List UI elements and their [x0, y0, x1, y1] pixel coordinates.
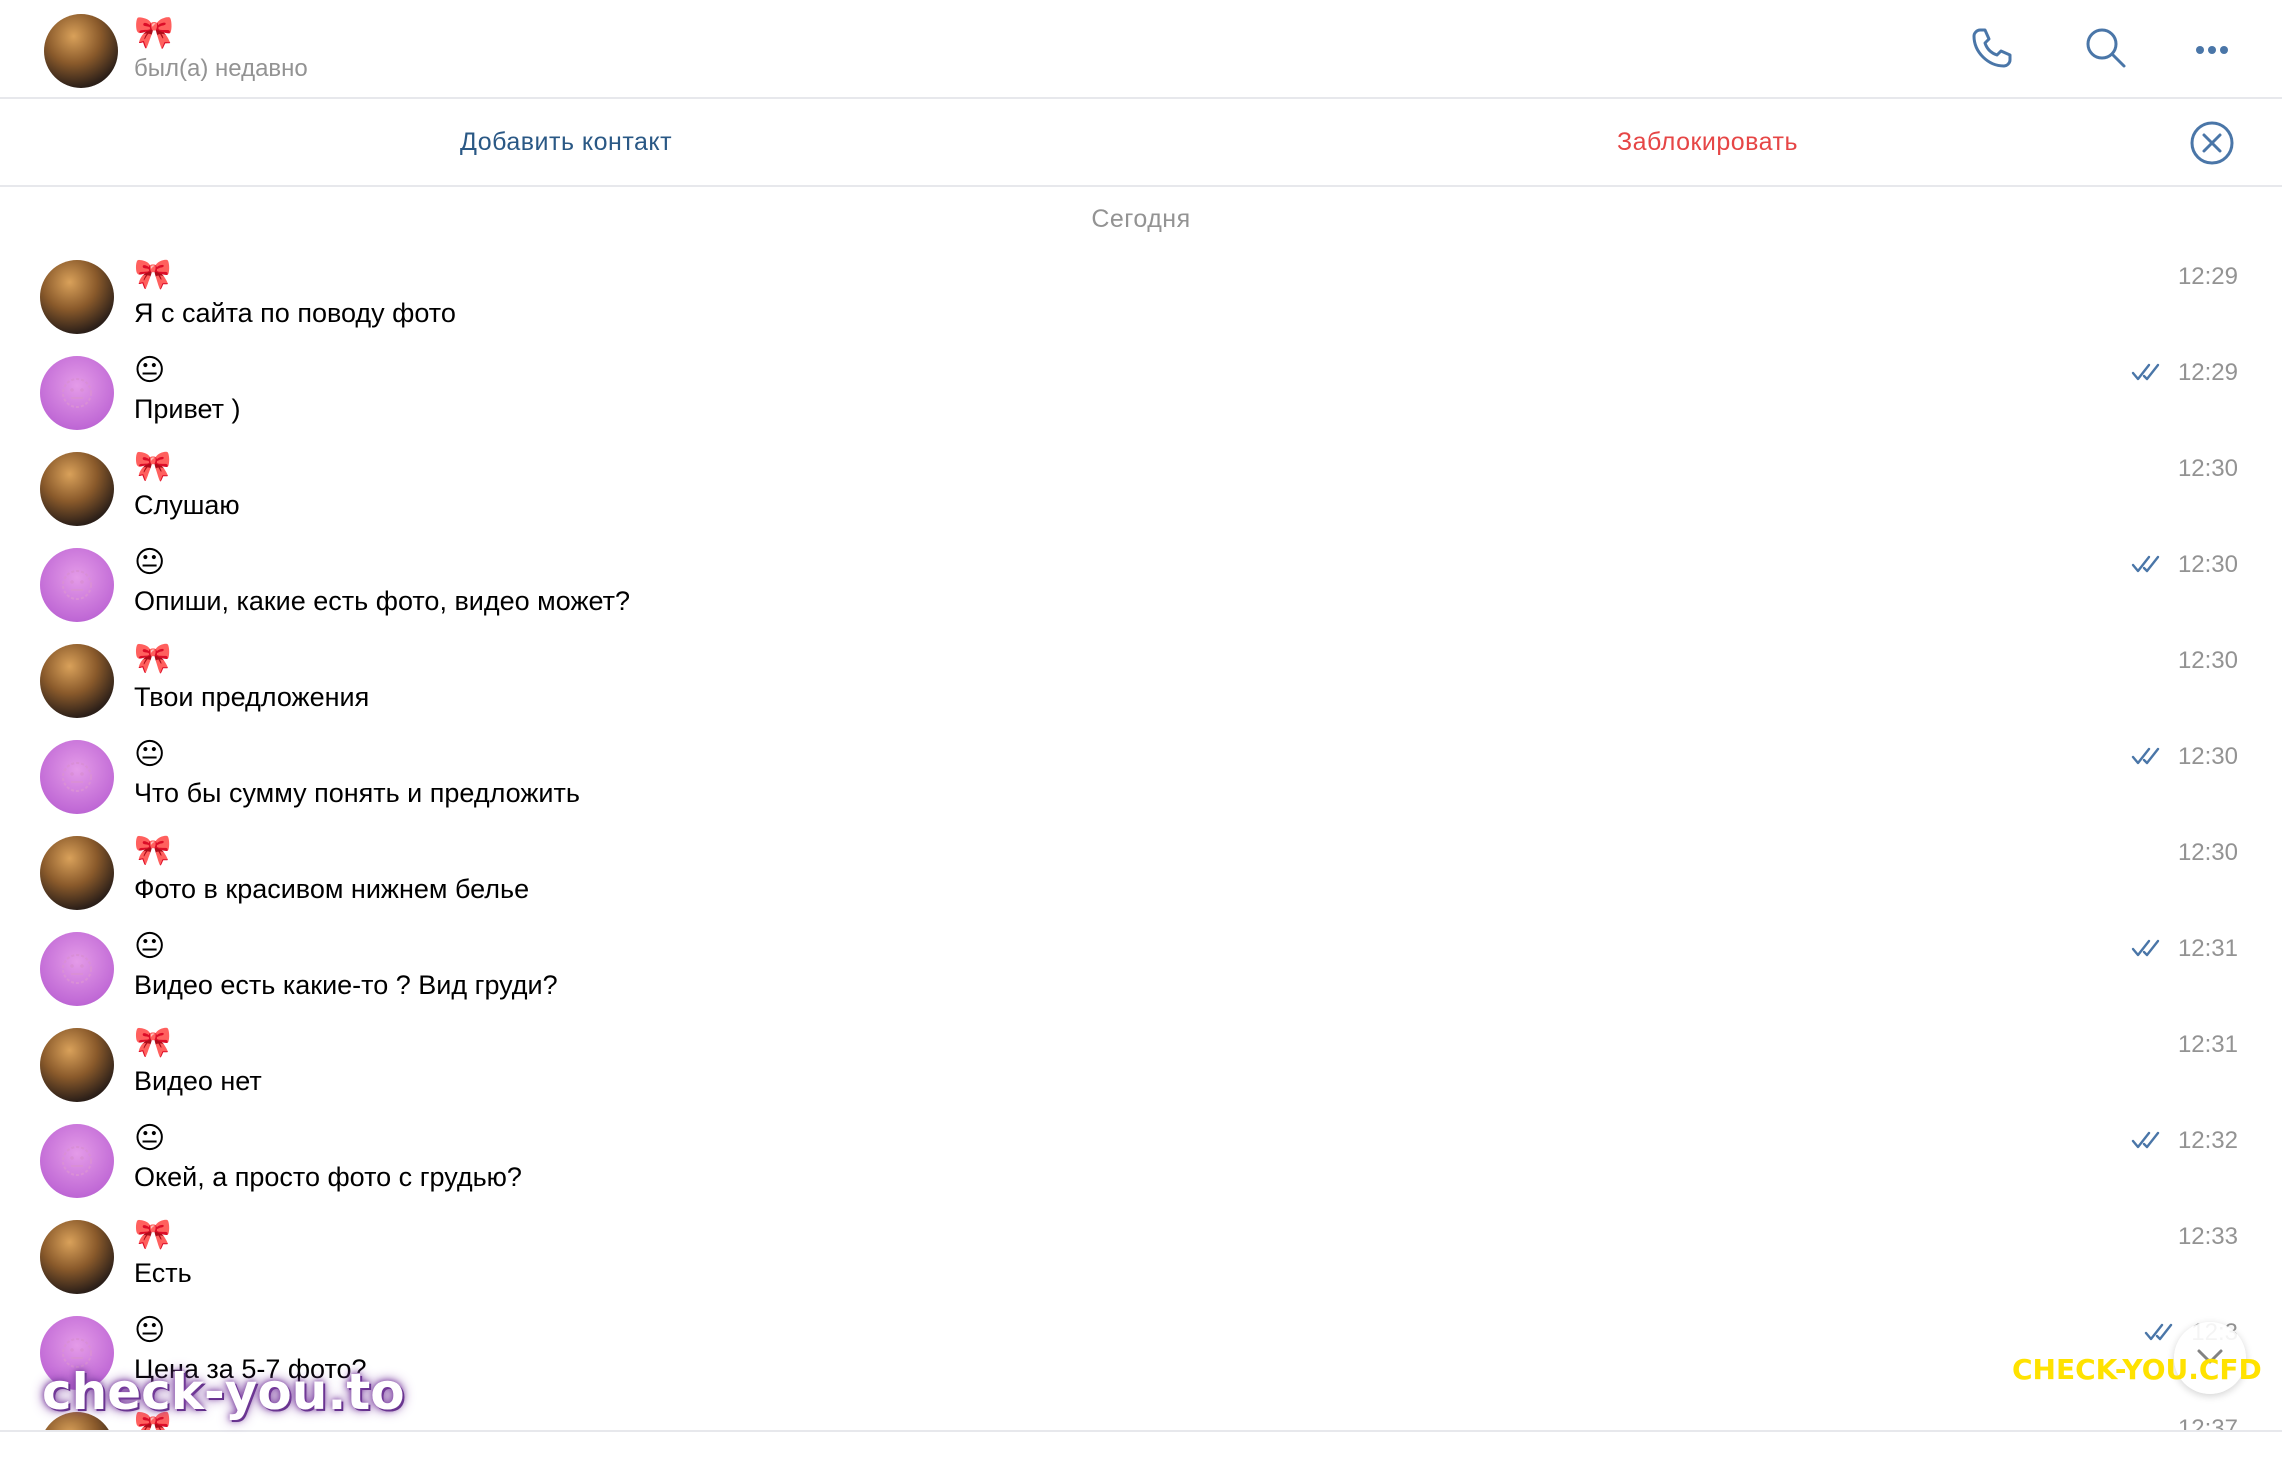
double-check-icon [2131, 747, 2160, 765]
sender-name[interactable]: 🎀 [134, 1217, 171, 1253]
my-avatar[interactable] [40, 356, 114, 430]
sender-name[interactable]: 😐 [134, 1121, 165, 1157]
double-check-icon [2131, 939, 2160, 957]
message-text: Видео нет [134, 1066, 262, 1096]
sender-name[interactable]: 🎀 [134, 1025, 171, 1061]
message-row[interactable]: 😐 Опиши, какие есть фото, видео может? 12:… [0, 540, 2282, 636]
message-row[interactable]: 🎀 Есть 12:33 [0, 1212, 2282, 1308]
sender-name[interactable]: 🎀 [134, 449, 171, 485]
message-row[interactable]: 🎀 Твои предложения 12:30 [0, 636, 2282, 732]
contact-avatar[interactable] [40, 1028, 114, 1102]
message-time: 12:37 [2177, 1415, 2238, 1430]
message-text: Есть [134, 1258, 192, 1288]
chat-header: 🎀 был(а) недавно [0, 0, 2282, 99]
message-text: Привет ) [134, 394, 241, 424]
contact-name[interactable]: 🎀 [134, 12, 174, 52]
message-text: Окей, а просто фото с грудью? [134, 1162, 522, 1192]
message-row[interactable]: 😐 Привет ) 12:29 [0, 348, 2282, 444]
contact-avatar[interactable] [44, 14, 118, 88]
message-input-area[interactable] [0, 1430, 2282, 1462]
watermark-left: check-you.to [42, 1363, 405, 1421]
message-time: 12:31 [2177, 1031, 2238, 1058]
double-check-icon [2131, 1131, 2160, 1149]
message-time: 12:30 [2177, 455, 2238, 482]
my-avatar[interactable] [40, 740, 114, 814]
my-avatar[interactable] [40, 548, 114, 622]
sender-name[interactable]: 🎀 [134, 641, 171, 677]
message-text: Слушаю [134, 490, 240, 520]
message-text: Видео есть какие-то ? Вид груди? [134, 970, 558, 1000]
message-row[interactable]: 😐 Что бы сумму понять и предложить 12:30 [0, 732, 2282, 828]
more-icon[interactable] [2186, 22, 2238, 74]
watermark-right: CHECK-YOU.CFD [2012, 1353, 2262, 1386]
double-check-icon [2131, 555, 2160, 573]
message-text: Я с сайта по поводу фото [134, 298, 456, 328]
message-row[interactable]: 🎀 Фото в красивом нижнем белье 12:30 [0, 828, 2282, 924]
sender-name[interactable]: 🎀 [134, 833, 171, 869]
neutral-face-icon [62, 954, 92, 984]
sender-name[interactable]: 😐 [134, 929, 165, 965]
contact-avatar[interactable] [40, 644, 114, 718]
contact-avatar[interactable] [40, 1220, 114, 1294]
sender-name[interactable]: 😐 [134, 1313, 165, 1349]
double-check-icon [2131, 363, 2160, 381]
message-row[interactable]: 😐 Окей, а просто фото с грудью? 12:32 [0, 1116, 2282, 1212]
block-user-button[interactable]: Заблокировать [1617, 125, 1798, 159]
my-avatar[interactable] [40, 932, 114, 1006]
neutral-face-icon [62, 378, 92, 408]
message-list: 🎀 Я с сайта по поводу фото 12:29 😐 Привет ) 1… [0, 252, 2282, 1430]
message-time: 12:30 [2177, 839, 2238, 866]
sender-name[interactable]: 🎀 [134, 257, 171, 293]
sender-name[interactable]: 😐 [134, 737, 165, 773]
neutral-face-icon [62, 762, 92, 792]
message-row[interactable]: 🎀 Я с сайта по поводу фото 12:29 [0, 252, 2282, 348]
search-icon[interactable] [2080, 22, 2132, 74]
phone-icon[interactable] [1966, 22, 2018, 74]
message-time: 12:32 [2177, 1127, 2238, 1154]
contact-status: был(а) недавно [134, 55, 308, 82]
message-time: 12:33 [2177, 1223, 2238, 1250]
sender-name[interactable]: 😐 [134, 545, 165, 581]
message-row[interactable]: 🎀 Слушаю 12:30 [0, 444, 2282, 540]
message-time: 12:30 [2177, 551, 2238, 578]
message-time: 12:30 [2177, 647, 2238, 674]
date-divider: Сегодня [1091, 205, 1191, 233]
message-time: 12:29 [2177, 263, 2238, 290]
sender-name[interactable]: 😐 [134, 353, 165, 389]
close-icon[interactable] [2189, 120, 2235, 166]
neutral-face-icon [62, 1146, 92, 1176]
message-text: Твои предложения [134, 682, 370, 712]
message-time: 12:29 [2177, 359, 2238, 386]
contact-avatar[interactable] [40, 452, 114, 526]
double-check-icon [2144, 1323, 2173, 1341]
message-time: 12:31 [2177, 935, 2238, 962]
message-text: Что бы сумму понять и предложить [134, 778, 580, 808]
message-time: 12:30 [2177, 743, 2238, 770]
contact-avatar[interactable] [40, 260, 114, 334]
my-avatar[interactable] [40, 1124, 114, 1198]
contact-avatar[interactable] [40, 836, 114, 910]
message-text: Опиши, какие есть фото, видео может? [134, 586, 631, 616]
message-text: Фото в красивом нижнем белье [134, 874, 530, 904]
message-row[interactable]: 🎀 Видео нет 12:31 [0, 1020, 2282, 1116]
action-bar: Добавить контакт Заблокировать [0, 99, 2282, 187]
add-contact-button[interactable]: Добавить контакт [460, 125, 672, 159]
message-row[interactable]: 😐 Видео есть какие-то ? Вид груди? 12:31 [0, 924, 2282, 1020]
neutral-face-icon [62, 570, 92, 600]
